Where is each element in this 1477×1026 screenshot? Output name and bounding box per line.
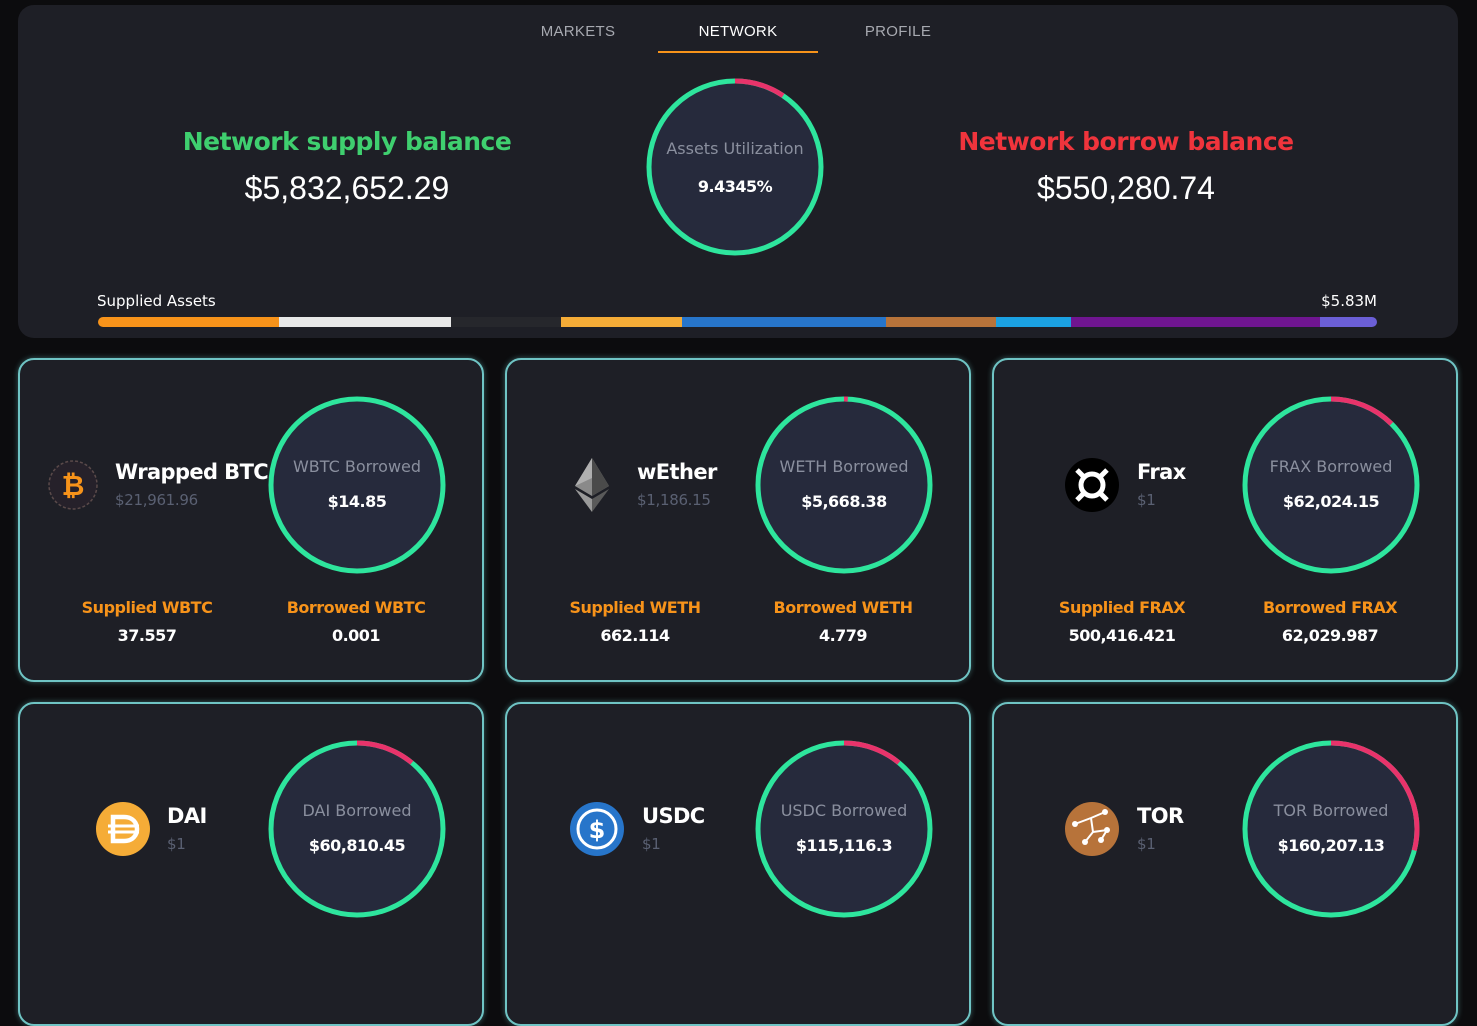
frax-icon [1065,458,1119,512]
borrowed-label: DAI Borrowed [302,801,412,820]
borrowed-ring-graphic [268,740,446,918]
borrowed-ring-graphic [1242,740,1420,918]
asset-price: $1,186.15 [637,491,711,509]
borrowed-amount-value: 62,029.987 [1281,626,1379,645]
supplied-assets-label: Supplied Assets [97,292,216,310]
borrowed-label: WBTC Borrowed [292,457,422,476]
borrowed-amount-label: Borrowed WBTC [286,598,426,617]
asset-name: USDC [642,804,705,828]
supplied-amount-label: Supplied WBTC [81,598,213,617]
asset-price: $1 [1137,835,1156,853]
borrowed-amount-label: Borrowed WETH [773,598,914,617]
supplied-amount-value: 500,416.421 [1068,626,1176,645]
asset-name: Frax [1137,460,1186,484]
supplied-amount-value: 37.557 [117,626,177,645]
asset-card-frax[interactable]: Frax $1 FRAX Borrowed $62,024.15 Supplie… [992,358,1458,682]
borrowed-ring: DAI Borrowed $60,810.45 [266,738,448,920]
asset-name: TOR [1137,804,1184,828]
borrowed-ring: TOR Borrowed $160,207.13 [1240,738,1422,920]
utilization-value: 9.4345% [697,177,773,196]
supply-balance-value: $5,832,652.29 [244,170,450,206]
asset-price: $1 [167,835,186,853]
borrowed-value: $14.85 [327,492,387,511]
borrow-balance-value: $550,280.74 [1037,170,1215,206]
active-tab-indicator [658,51,818,53]
borrowed-ring-graphic [1242,396,1420,574]
tab-bar: MARKETS NETWORK PROFILE [18,5,1458,57]
supplied-assets-bar [98,317,1377,327]
utilization-label: Assets Utilization [666,139,804,158]
borrowed-label: USDC Borrowed [780,801,908,820]
supply-segment-usdc [682,317,887,327]
asset-card-usdc[interactable]: $ USDC $1 USDC Borrowed $115,116.3 [505,702,971,1026]
assets-utilization-ring: Assets Utilization 9.4345% [644,76,826,258]
dai-icon [96,802,150,856]
bitcoin-icon: ₿ [46,458,100,512]
borrowed-value: $115,116.3 [795,836,893,855]
asset-name: DAI [167,804,207,828]
borrowed-amount-value: 4.779 [818,626,868,645]
supply-segment-asset-8 [1071,317,1321,327]
borrowed-label: WETH Borrowed [779,457,909,476]
borrowed-value: $160,207.13 [1277,836,1385,855]
network-overview-panel: MARKETS NETWORK PROFILE Network supply b… [18,5,1458,338]
tor-icon [1065,802,1119,856]
borrowed-value: $5,668.38 [801,492,887,511]
borrowed-label: FRAX Borrowed [1269,457,1393,476]
ethereum-icon [565,458,619,512]
borrowed-ring-graphic [755,740,933,918]
asset-card-weth[interactable]: wEther $1,186.15 WETH Borrowed $5,668.38… [505,358,971,682]
borrowed-ring: WBTC Borrowed $14.85 [266,394,448,576]
supplied-amount-label: Supplied WETH [569,598,701,617]
svg-text:₿: ₿ [62,469,85,502]
tab-profile[interactable]: PROFILE [818,23,978,40]
supply-segment-asset-7 [996,317,1072,327]
borrowed-amount-label: Borrowed FRAX [1262,598,1398,617]
borrowed-value: $60,810.45 [308,836,406,855]
asset-price: $1 [642,835,661,853]
supplied-amount-value: 662.114 [600,626,670,645]
supply-segment-wbtc [98,317,280,327]
asset-name: Wrapped BTC [115,460,269,484]
supplied-assets-total: $5.83M [1321,292,1377,310]
tab-markets[interactable]: MARKETS [498,23,658,40]
asset-price: $21,961.96 [115,491,198,509]
supply-segment-asset-9 [1320,317,1377,327]
borrow-balance-title: Network borrow balance [958,127,1294,156]
asset-name: wEther [637,460,717,484]
utilization-ring-graphic [646,78,824,256]
supply-segment-dai [561,317,683,327]
svg-text:$: $ [589,816,606,844]
asset-card-wbtc[interactable]: ₿ Wrapped BTC $21,961.96 WBTC Borrowed $… [18,358,484,682]
borrowed-value: $62,024.15 [1282,492,1380,511]
supply-segment-tor [886,317,997,327]
tab-network[interactable]: NETWORK [658,23,818,40]
borrowed-ring: FRAX Borrowed $62,024.15 [1240,394,1422,576]
supply-segment-weth [279,317,452,327]
supplied-amount-label: Supplied FRAX [1058,598,1186,617]
asset-card-dai[interactable]: DAI $1 DAI Borrowed $60,810.45 [18,702,484,1026]
borrowed-ring-graphic [268,396,446,574]
borrowed-label: TOR Borrowed [1273,801,1389,820]
asset-card-tor[interactable]: TOR $1 TOR Borrowed $160,207.13 [992,702,1458,1026]
borrowed-ring: WETH Borrowed $5,668.38 [753,394,935,576]
supply-segment-frax [451,317,562,327]
supply-balance-title: Network supply balance [182,127,512,156]
borrowed-ring-graphic [755,396,933,574]
usdc-icon: $ [570,802,624,856]
borrowed-ring: USDC Borrowed $115,116.3 [753,738,935,920]
borrowed-amount-value: 0.001 [331,626,381,645]
asset-price: $1 [1137,491,1156,509]
